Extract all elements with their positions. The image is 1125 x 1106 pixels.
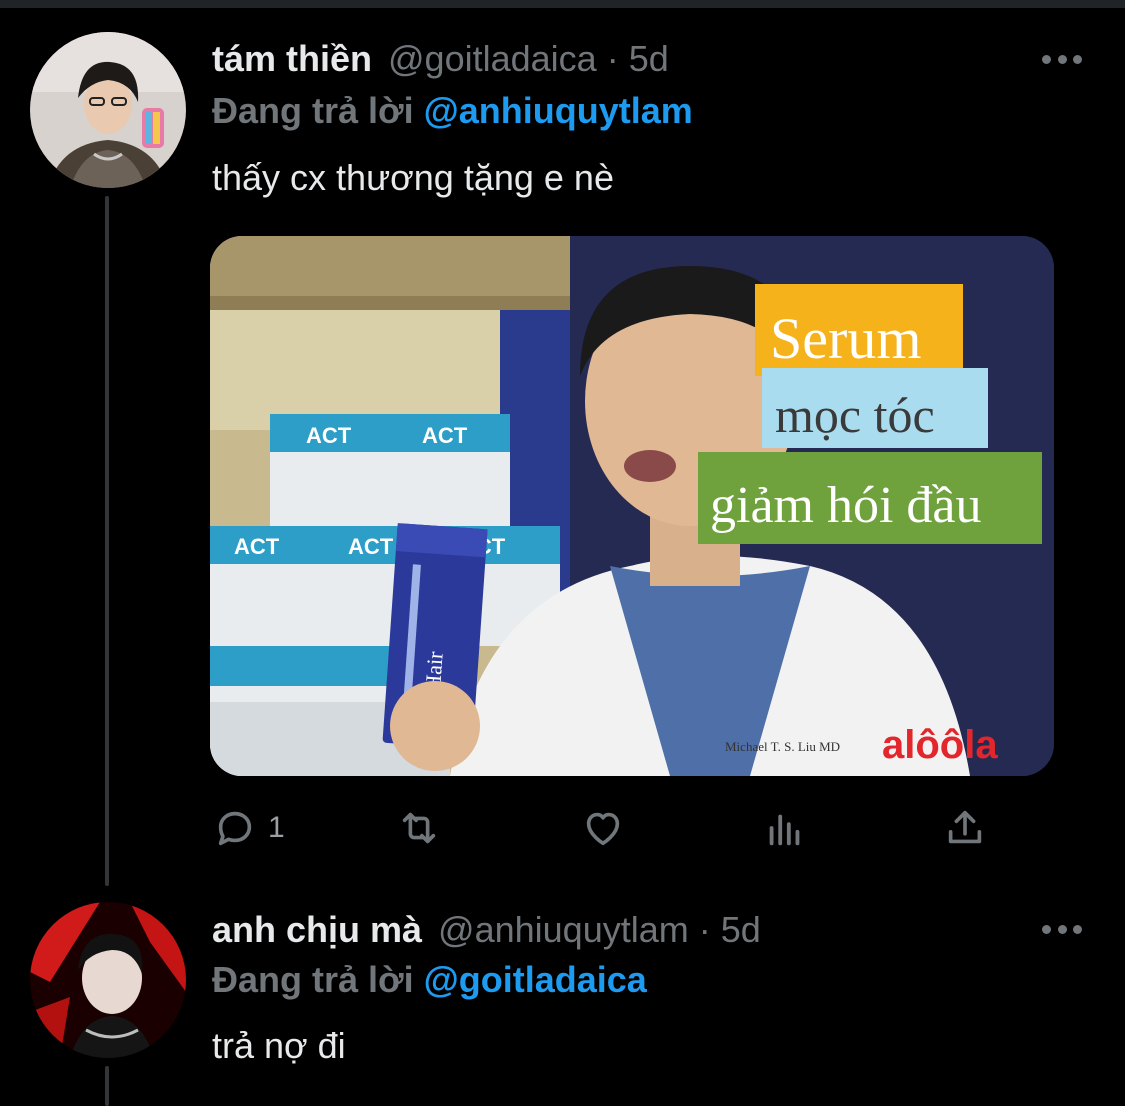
more-options-icon[interactable] bbox=[1042, 925, 1082, 937]
media-photo: ACT ACT ACT ACT ACT Hair bbox=[210, 236, 1054, 776]
handle[interactable]: @anhiuquytlam bbox=[438, 908, 689, 952]
timestamp[interactable]: 5d bbox=[721, 908, 761, 952]
tweet-actions-bar: 1 bbox=[212, 802, 1002, 854]
reply-bubble-icon bbox=[218, 811, 252, 846]
overlay-label-1: Serum bbox=[770, 306, 921, 371]
tweet-text: trả nợ đi bbox=[212, 1025, 346, 1066]
replying-to-label: Đang trả lời bbox=[212, 959, 414, 1000]
avatar[interactable] bbox=[30, 32, 186, 188]
retweet-button[interactable] bbox=[396, 802, 442, 854]
thread-connector-line bbox=[105, 1066, 109, 1106]
replying-to: Đang trả lời @goitladaica bbox=[212, 958, 647, 1002]
overlay-label-2: mọc tóc bbox=[775, 387, 935, 443]
handle[interactable]: @goitladaica bbox=[388, 37, 597, 81]
avatar-photo-red bbox=[30, 902, 186, 1058]
act-box-label: ACT bbox=[306, 423, 352, 448]
like-button[interactable] bbox=[580, 802, 626, 854]
reply-button[interactable]: 1 bbox=[212, 802, 285, 854]
avatar[interactable] bbox=[30, 902, 186, 1058]
bar-chart-icon bbox=[769, 814, 800, 846]
tweet-text: thấy cx thương tặng e nè bbox=[212, 157, 614, 198]
top-divider bbox=[0, 0, 1125, 8]
act-box-label: ACT bbox=[422, 423, 468, 448]
thread-connector-line bbox=[105, 196, 109, 886]
overlay-label-3: giảm hói đầu bbox=[710, 477, 982, 534]
coat-name-tag: Michael T. S. Liu MD bbox=[725, 739, 840, 754]
act-box-label: ACT bbox=[234, 534, 280, 559]
display-name[interactable]: tám thiền bbox=[212, 37, 372, 81]
replying-to-label: Đang trả lời bbox=[212, 90, 414, 131]
share-upload-icon bbox=[948, 810, 982, 844]
retweet-icon bbox=[402, 812, 436, 844]
tweet-media-image[interactable]: ACT ACT ACT ACT ACT Hair bbox=[210, 236, 1054, 776]
reply-mention-link[interactable]: @anhiuquytlam bbox=[424, 90, 693, 131]
heart-icon bbox=[586, 812, 620, 846]
tweet-header: anh chịu mà @anhiuquytlam · 5d bbox=[212, 908, 761, 952]
display-name[interactable]: anh chịu mà bbox=[212, 908, 422, 952]
views-button[interactable] bbox=[762, 802, 808, 854]
replying-to: Đang trả lời @anhiuquytlam bbox=[212, 89, 693, 133]
act-box-label: ACT bbox=[348, 534, 394, 559]
share-button[interactable] bbox=[942, 802, 988, 854]
separator-dot: · bbox=[698, 909, 711, 950]
timestamp[interactable]: 5d bbox=[629, 37, 669, 81]
tweet-header: tám thiền @goitladaica · 5d bbox=[212, 37, 669, 81]
separator-dot: · bbox=[606, 38, 619, 79]
brand-watermark: alôôla bbox=[882, 723, 998, 767]
reply-count: 1 bbox=[268, 811, 285, 844]
avatar-photo-selfie bbox=[30, 32, 186, 188]
reply-mention-link[interactable]: @goitladaica bbox=[424, 959, 647, 1000]
more-options-icon[interactable] bbox=[1042, 55, 1082, 67]
